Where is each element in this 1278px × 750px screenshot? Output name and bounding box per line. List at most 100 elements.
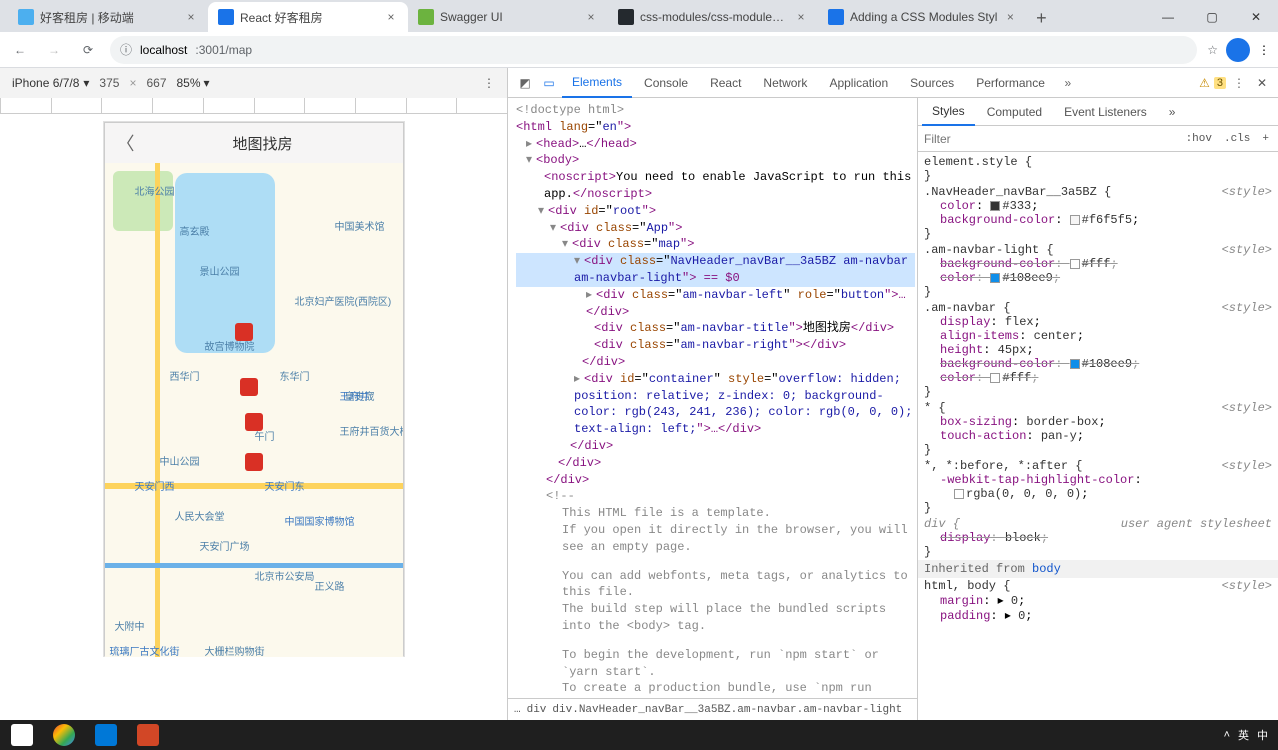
styles-tabs: Styles Computed Event Listeners »	[918, 98, 1278, 126]
poi-label: 中国美术馆	[335, 218, 385, 233]
poi-label: 天安门广场	[200, 538, 250, 553]
ruler-horizontal	[0, 98, 507, 114]
more-tabs-icon[interactable]: »	[1159, 98, 1186, 126]
close-button[interactable]: ✕	[1234, 2, 1278, 32]
poi-label: 中国国家博物馆	[285, 513, 355, 528]
close-icon[interactable]: ×	[184, 10, 198, 24]
device-selector[interactable]: iPhone 6/7/8▾	[12, 76, 89, 90]
tab-0[interactable]: 好客租房 | 移动端 ×	[8, 2, 208, 32]
tab-elements[interactable]: Elements	[562, 68, 632, 98]
warnings-badge[interactable]: ⚠3	[1199, 76, 1226, 90]
device-toolbar: iPhone 6/7/8▾ 375 × 667 85%▾ ⋮	[0, 68, 507, 98]
park-area	[113, 171, 173, 231]
tab-strip: 好客租房 | 移动端 × React 好客租房× Swagger UI × css-…	[0, 0, 1278, 32]
tray-chevron-icon[interactable]: ˄	[1224, 729, 1230, 741]
map-marker[interactable]	[240, 378, 258, 396]
phone-frame: 〈 地图找房 北海公园 高玄殿	[104, 122, 404, 656]
forward-button[interactable]: →	[42, 38, 66, 62]
inspect-icon[interactable]: ◩	[514, 76, 536, 90]
device-pane: iPhone 6/7/8▾ 375 × 667 85%▾ ⋮ 〈 地图找房	[0, 68, 507, 720]
close-icon[interactable]: ×	[384, 10, 398, 24]
device-name: iPhone 6/7/8	[12, 76, 79, 90]
reload-button[interactable]: ⟳	[76, 38, 100, 62]
breadcrumb[interactable]: … div div.NavHeader_navBar__3a5BZ.am-nav…	[508, 698, 917, 720]
more-tabs-icon[interactable]: »	[1057, 76, 1079, 90]
poi-label: 北京妇产医院(西院区)	[295, 293, 392, 308]
styles-filter-bar: :hov .cls +	[918, 126, 1278, 152]
minimize-button[interactable]: —	[1146, 2, 1190, 32]
tab-application[interactable]: Application	[819, 68, 898, 98]
ime-indicator[interactable]: 英	[1238, 727, 1249, 743]
tab-1[interactable]: React 好客租房×	[208, 2, 408, 32]
tab-console[interactable]: Console	[634, 68, 698, 98]
device-width[interactable]: 375	[99, 76, 119, 90]
poi-label: 王府井百货大楼	[340, 423, 403, 438]
styles-rules[interactable]: element.style {} .NavHeader_navBar__3a5B…	[918, 152, 1278, 720]
url-rest: :3001/map	[195, 43, 252, 57]
site-info-icon[interactable]: ⓘ	[120, 41, 132, 58]
tab-event-listeners[interactable]: Event Listeners	[1054, 98, 1157, 126]
tab-title: css-modules/css-modules: D	[640, 10, 788, 24]
poi-label: 天安门西	[135, 478, 175, 493]
start-button[interactable]	[2, 720, 42, 750]
tab-2[interactable]: Swagger UI ×	[408, 2, 608, 32]
device-height[interactable]: 667	[146, 76, 166, 90]
poi-label: 中山公园	[160, 453, 200, 468]
dom-pane: <!doctype html> <html lang="en"> ▸<head>…	[508, 98, 918, 720]
tab-3[interactable]: css-modules/css-modules: D ×	[608, 2, 818, 32]
close-icon[interactable]: ×	[794, 10, 808, 24]
device-zoom[interactable]: 85%▾	[177, 76, 210, 90]
new-style-icon[interactable]: +	[1259, 133, 1272, 145]
maximize-button[interactable]: ▢	[1190, 2, 1234, 32]
dom-tree[interactable]: <!doctype html> <html lang="en"> ▸<head>…	[508, 98, 917, 698]
hov-toggle[interactable]: :hov	[1183, 133, 1215, 145]
device-menu-icon[interactable]: ⋮	[483, 76, 495, 90]
metro-line	[105, 563, 403, 568]
zoom-value: 85%	[177, 76, 201, 90]
chevron-down-icon: ▾	[204, 76, 210, 90]
tab-4[interactable]: Adding a CSS Modules Styl ×	[818, 2, 1027, 32]
selected-dom-node[interactable]: ▾<div class="NavHeader_navBar__3a5BZ am-…	[516, 253, 915, 287]
tab-network[interactable]: Network	[753, 68, 817, 98]
map-marker[interactable]	[245, 453, 263, 471]
taskbar-vscode[interactable]	[86, 720, 126, 750]
back-icon[interactable]: 〈	[117, 130, 135, 156]
road-vertical	[155, 163, 160, 657]
devtools-close-icon[interactable]: ✕	[1252, 76, 1272, 90]
crumb-more[interactable]: …	[514, 704, 521, 716]
windows-taskbar: ˄ 英 中	[0, 720, 1278, 750]
bookmark-icon[interactable]: ☆	[1207, 43, 1218, 57]
settings-icon[interactable]: ⋮	[1228, 76, 1250, 90]
new-tab-button[interactable]: +	[1027, 4, 1055, 32]
warn-count: 3	[1214, 77, 1226, 89]
taskbar-chrome[interactable]	[44, 720, 84, 750]
crumb[interactable]: div	[527, 704, 547, 716]
tab-sources[interactable]: Sources	[900, 68, 964, 98]
taskbar-powerpoint[interactable]	[128, 720, 168, 750]
tab-performance[interactable]: Performance	[966, 68, 1055, 98]
close-icon[interactable]: ×	[584, 10, 598, 24]
poi-label: 西华门	[170, 368, 200, 383]
map-view[interactable]: 北海公园 高玄殿 中国美术馆 景山公园 北京妇产医院(西院区) 故宫博物院 皇史…	[105, 163, 403, 657]
close-icon[interactable]: ×	[1003, 10, 1017, 24]
back-button[interactable]: ←	[8, 38, 32, 62]
profile-avatar[interactable]	[1226, 38, 1250, 62]
ime-indicator[interactable]: 中	[1257, 727, 1268, 743]
poi-label: 正义路	[315, 578, 345, 593]
cls-toggle[interactable]: .cls	[1221, 133, 1253, 145]
poi-label: 天安门东	[265, 478, 305, 493]
tab-computed[interactable]: Computed	[977, 98, 1052, 126]
favicon	[18, 9, 34, 25]
tab-title: Swagger UI	[440, 10, 578, 24]
styles-filter-input[interactable]	[924, 132, 1177, 146]
tab-styles[interactable]: Styles	[922, 98, 975, 126]
omnibox[interactable]: ⓘ localhost:3001/map	[110, 36, 1197, 64]
map-bg: 北海公园 高玄殿 中国美术馆 景山公园 北京妇产医院(西院区) 故宫博物院 皇史…	[105, 163, 403, 657]
tab-react[interactable]: React	[700, 68, 751, 98]
crumb[interactable]: div.NavHeader_navBar__3a5BZ.am-navbar.am…	[552, 704, 902, 716]
styles-pane: Styles Computed Event Listeners » :hov .…	[918, 98, 1278, 720]
device-toggle-icon[interactable]: ▭	[538, 76, 560, 90]
tab-title: 好客租房 | 移动端	[40, 9, 178, 26]
tab-title: Adding a CSS Modules Styl	[850, 10, 997, 24]
menu-icon[interactable]: ⋮	[1258, 43, 1270, 57]
